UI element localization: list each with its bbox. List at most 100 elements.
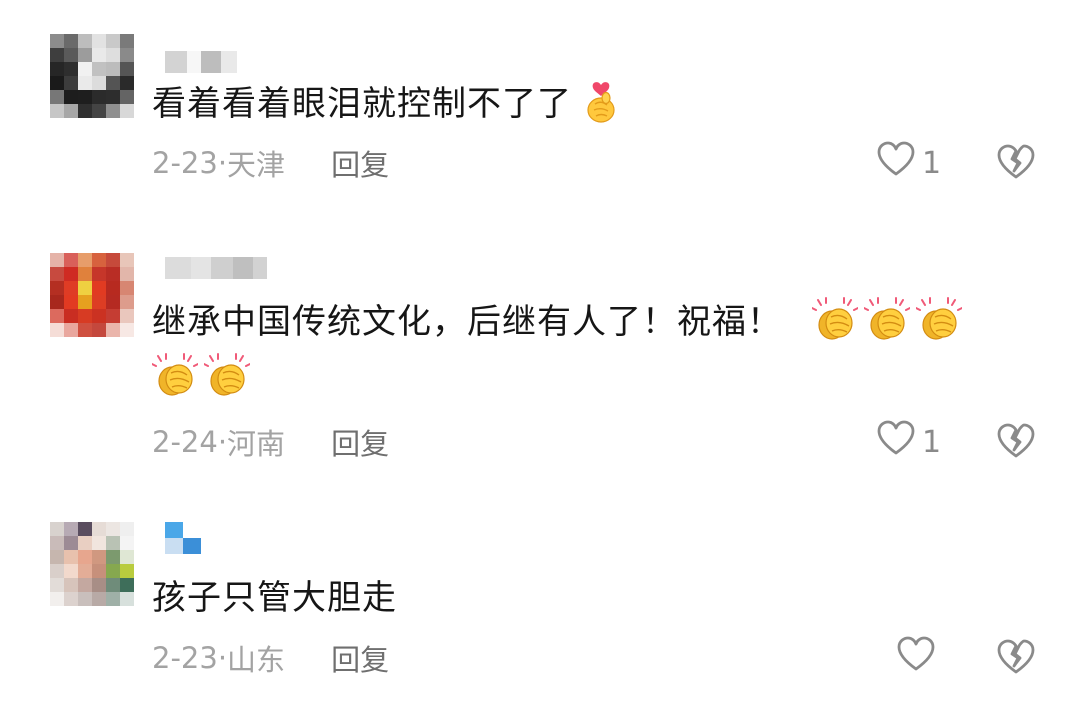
avatar-pixel xyxy=(106,90,120,104)
like-button[interactable]: 1 xyxy=(876,141,941,185)
avatar-pixel xyxy=(78,550,92,564)
avatar-pixel xyxy=(92,536,106,550)
dislike-button[interactable] xyxy=(996,637,1038,679)
avatar-pixel xyxy=(92,281,106,295)
avatar-pixel xyxy=(64,295,78,309)
reply-button[interactable]: 回复 xyxy=(331,421,389,463)
avatar-pixel xyxy=(50,76,64,90)
comment-location: 河南 xyxy=(227,427,286,461)
avatar-pixel xyxy=(78,253,92,267)
avatar-pixel xyxy=(78,309,92,323)
clapping-hands-emoji xyxy=(151,353,199,399)
avatar-pixel xyxy=(106,48,120,62)
avatar-pixel xyxy=(64,564,78,578)
comment-item: 孩子只管大胆走 2-23 · 山东 回复 xyxy=(0,500,1080,703)
avatar-pixel xyxy=(64,267,78,281)
avatar-pixel xyxy=(106,536,120,550)
broken-heart-outline-icon xyxy=(996,144,1036,186)
avatar-pixel xyxy=(120,34,134,48)
avatar-pixel xyxy=(92,90,106,104)
avatar-pixel xyxy=(120,550,134,564)
avatar-pixel xyxy=(120,522,134,536)
avatar-pixel xyxy=(64,34,78,48)
avatar-pixel xyxy=(106,323,120,337)
avatar-pixel xyxy=(64,76,78,90)
avatar-pixel xyxy=(92,104,106,118)
clapping-hands-emoji xyxy=(914,297,963,343)
comment-item: 看着看着眼泪就控制不了了 2-23 · 天津 回复 1 xyxy=(0,0,1080,230)
avatar[interactable] xyxy=(50,522,134,606)
avatar-pixel xyxy=(64,522,78,536)
dislike-button[interactable] xyxy=(996,421,1038,463)
avatar-pixel xyxy=(120,592,134,606)
avatar-pixel xyxy=(120,90,134,104)
avatar-pixel xyxy=(92,48,106,62)
username-pixel xyxy=(191,257,211,279)
broken-heart-outline-icon xyxy=(996,423,1036,465)
avatar-pixel xyxy=(106,62,120,76)
clapping-hands-emoji xyxy=(862,297,911,343)
avatar-pixel xyxy=(106,295,120,309)
avatar-pixel xyxy=(50,267,64,281)
avatar-pixel xyxy=(120,578,134,592)
avatar-pixel xyxy=(50,281,64,295)
username-pixel xyxy=(187,51,201,73)
avatar-pixel xyxy=(106,550,120,564)
avatar-pixel xyxy=(64,536,78,550)
avatar-pixel xyxy=(78,578,92,592)
like-button[interactable] xyxy=(896,636,936,680)
avatar-pixel xyxy=(106,253,120,267)
avatar-pixel xyxy=(78,90,92,104)
avatar-pixel xyxy=(120,564,134,578)
avatar-pixel xyxy=(78,76,92,90)
avatar-pixel xyxy=(50,295,64,309)
username-pixel xyxy=(201,51,221,73)
avatar-pixel xyxy=(78,62,92,76)
reply-button[interactable]: 回复 xyxy=(331,142,389,184)
username-blurred[interactable] xyxy=(165,51,237,73)
avatar-pixel xyxy=(92,323,106,337)
username-pixel xyxy=(165,538,183,554)
comment-meta: 2-24 · 河南 回复 xyxy=(152,422,389,462)
avatar-pixel xyxy=(50,564,64,578)
avatar-pixel xyxy=(92,253,106,267)
avatar-pixel xyxy=(78,267,92,281)
dislike-button[interactable] xyxy=(996,142,1038,184)
avatar-pixel xyxy=(50,536,64,550)
avatar-pixel xyxy=(78,522,92,536)
username-pixel xyxy=(183,538,201,554)
avatar-pixel xyxy=(64,48,78,62)
avatar-pixel xyxy=(78,564,92,578)
avatar[interactable] xyxy=(50,34,134,118)
avatar-pixel xyxy=(106,267,120,281)
comment-date: 2-23 xyxy=(152,641,218,675)
avatar-pixel xyxy=(120,281,134,295)
comment-meta: 2-23 · 山东 回复 xyxy=(152,638,389,678)
avatar-pixel xyxy=(50,550,64,564)
heart-outline-icon xyxy=(876,419,916,465)
reply-button[interactable]: 回复 xyxy=(331,637,389,679)
username-pixel xyxy=(165,522,183,538)
avatar-pixel xyxy=(64,592,78,606)
finger-heart-emoji xyxy=(578,79,624,125)
avatar-pixel xyxy=(92,564,106,578)
comment-date: 2-24 xyxy=(152,425,218,459)
avatar-pixel xyxy=(64,550,78,564)
avatar-pixel xyxy=(78,34,92,48)
avatar-pixel xyxy=(120,536,134,550)
avatar-pixel xyxy=(120,104,134,118)
avatar-pixel xyxy=(120,62,134,76)
avatar-pixel xyxy=(106,564,120,578)
comment-text: 看着看着眼泪就控制不了了 xyxy=(152,76,1012,132)
avatar-pixel xyxy=(64,281,78,295)
avatar-pixel xyxy=(92,267,106,281)
comment-meta: 2-23 · 天津 回复 xyxy=(152,143,389,183)
avatar-pixel xyxy=(92,522,106,536)
clapping-hands-emoji xyxy=(203,353,251,399)
username-blurred[interactable] xyxy=(165,522,201,554)
avatar-pixel xyxy=(64,253,78,267)
like-button[interactable]: 1 xyxy=(876,420,941,464)
avatar-pixel xyxy=(50,90,64,104)
avatar[interactable] xyxy=(50,253,134,337)
username-blurred[interactable] xyxy=(165,257,267,279)
